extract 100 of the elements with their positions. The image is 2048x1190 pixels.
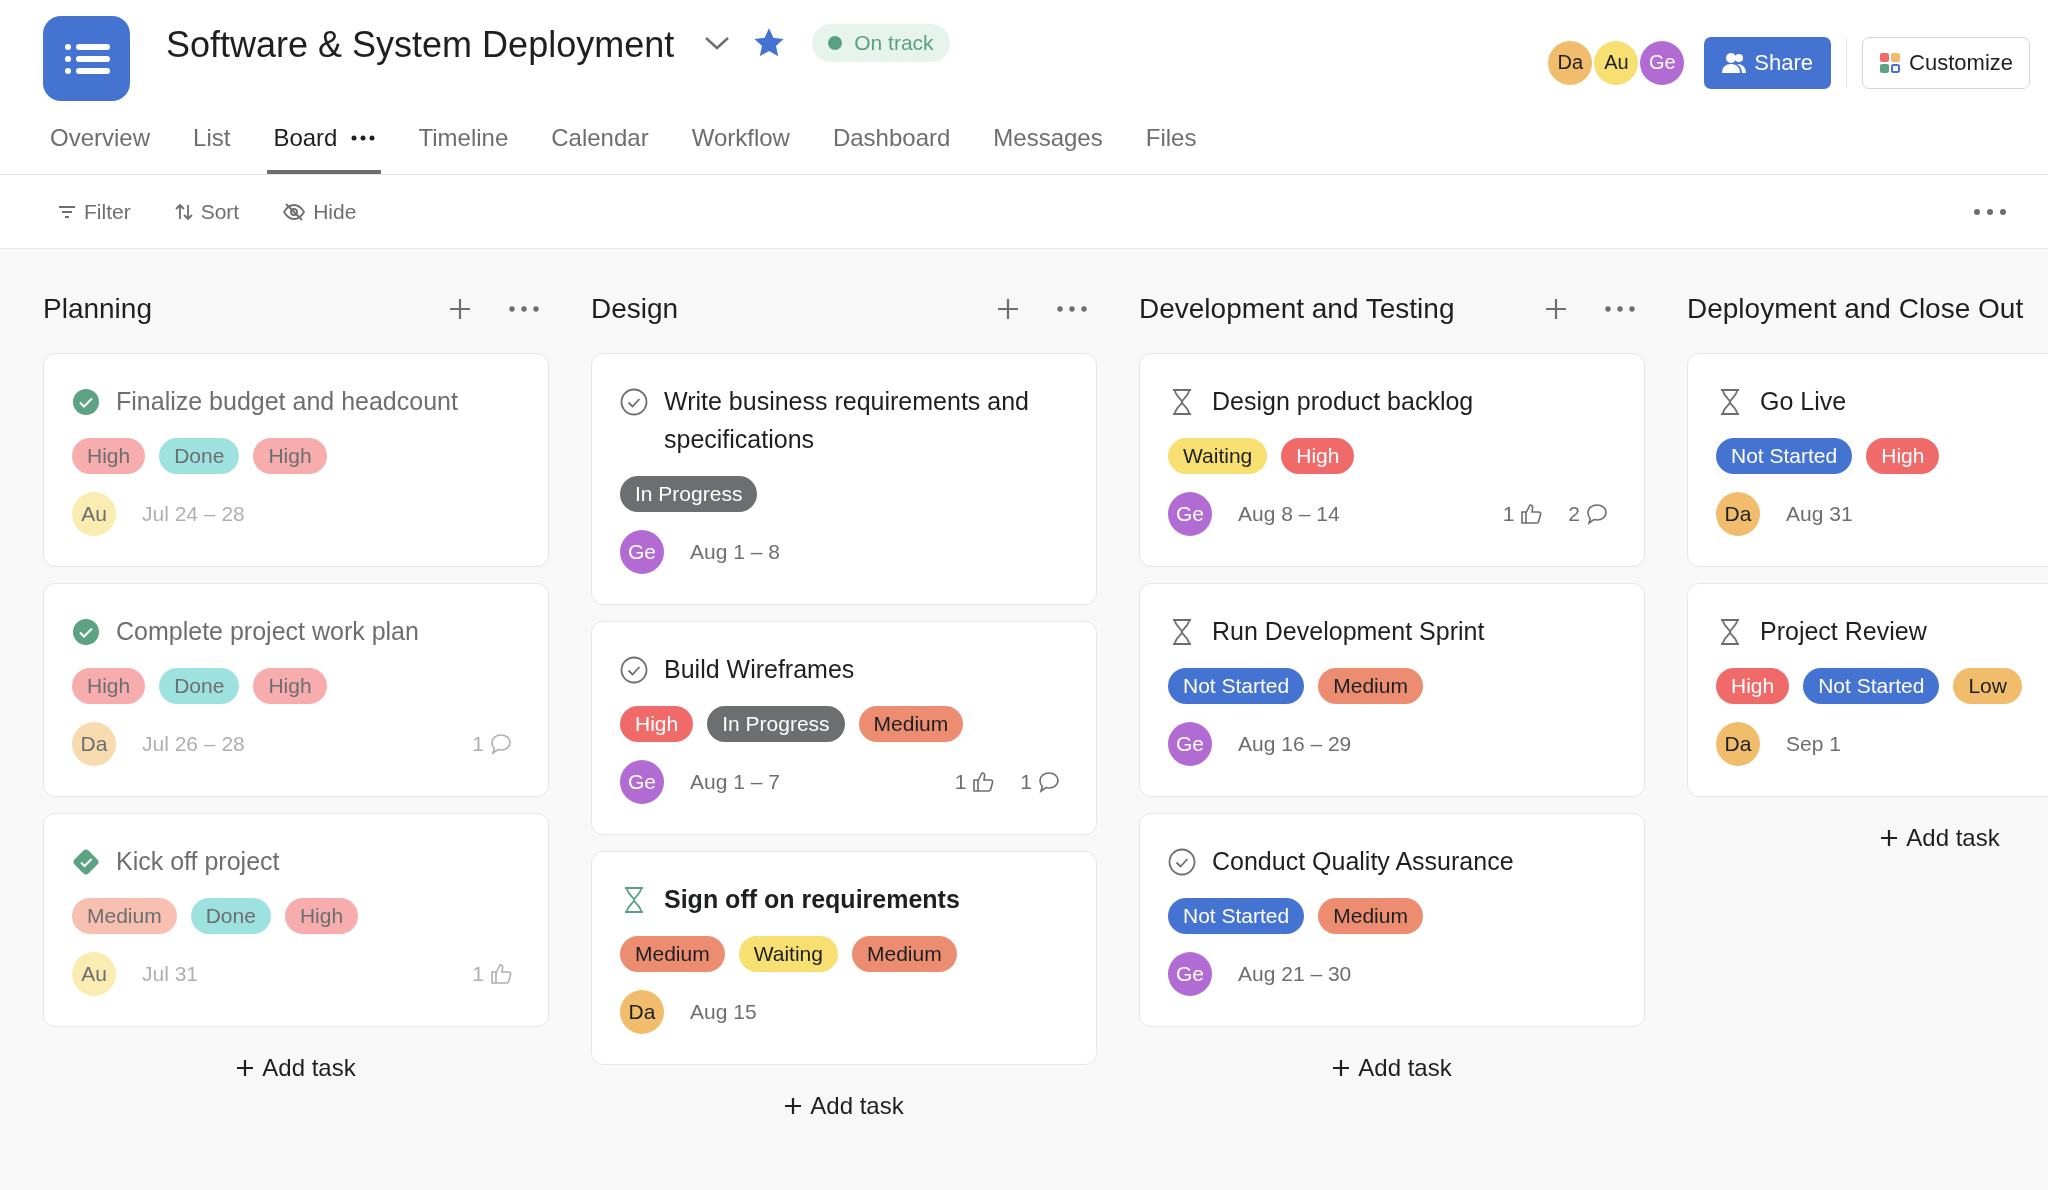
member-avatar[interactable]: Ge <box>1640 40 1685 85</box>
task-card[interactable]: Finalize budget and headcount High Done High Au Jul 24 – 28 <box>43 353 549 567</box>
check-circle-icon[interactable] <box>72 618 100 646</box>
tag: Done <box>190 898 271 934</box>
assignee-avatar[interactable]: Ge <box>1168 492 1212 536</box>
tag: Medium <box>620 936 725 972</box>
status-badge[interactable]: On track <box>812 23 950 62</box>
task-card[interactable]: Complete project work plan High Done High Da Jul 26 – 28 1 <box>43 583 549 797</box>
tag: Low <box>1953 668 2022 704</box>
like-count: 1 <box>472 962 484 986</box>
add-icon[interactable] <box>997 298 1019 320</box>
add-task-button[interactable]: Add task <box>778 1091 910 1121</box>
task-title: Write business requirements and specifications <box>664 386 1030 455</box>
more-icon[interactable] <box>351 134 376 141</box>
star-icon[interactable] <box>754 27 785 58</box>
tag: High <box>620 706 694 742</box>
toolbar-button[interactable]: Hide <box>283 199 357 224</box>
column-title: Development and Testing <box>1139 293 1456 325</box>
view-tab[interactable]: Messages <box>993 123 1103 152</box>
tag: High <box>72 668 146 704</box>
due-date: Jul 24 – 28 <box>142 502 245 526</box>
thumbs-up-icon[interactable] <box>490 963 512 985</box>
assignee-avatar[interactable]: Ge <box>1168 952 1212 996</box>
task-card[interactable]: Kick off project Medium Done High Au Jul 31 1 <box>43 813 549 1027</box>
view-tab[interactable]: Files <box>1145 123 1197 152</box>
like-count: 1 <box>1502 502 1515 526</box>
check-circle-icon[interactable] <box>72 388 100 416</box>
task-card[interactable]: Conduct Quality Assurance Not Started Medium Ge Aug 21 – 30 <box>1139 813 1645 1027</box>
add-task-button[interactable]: Add task <box>230 1053 362 1083</box>
check-circle-icon[interactable] <box>620 656 648 684</box>
share-button[interactable]: Share <box>1704 36 1832 89</box>
view-tab[interactable]: Calendar <box>551 123 649 152</box>
tag: Medium <box>1318 668 1423 704</box>
add-icon[interactable] <box>449 298 471 320</box>
add-task-button[interactable]: Add task <box>1874 823 2006 853</box>
assignee-avatar[interactable]: Ge <box>1168 722 1212 766</box>
task-card[interactable]: Sign off on requirements Medium Waiting Medium Da Aug 15 <box>591 851 1097 1065</box>
comment-icon[interactable] <box>1038 771 1060 793</box>
task-title: Project Review <box>1760 616 1927 647</box>
tag: High <box>253 668 327 704</box>
tag: Done <box>159 438 240 474</box>
assignee-avatar[interactable]: Ge <box>620 530 664 574</box>
filter-icon <box>58 204 76 219</box>
tag: High <box>284 898 359 934</box>
toolbar-button[interactable]: Filter <box>58 199 131 224</box>
task-card[interactable]: Go Live Not Started High Da Aug 31 <box>1687 353 2048 567</box>
thumbs-up-icon[interactable] <box>972 771 995 793</box>
assignee-avatar[interactable]: Au <box>72 492 116 536</box>
view-tab[interactable]: Timeline <box>418 123 509 152</box>
view-tab[interactable]: List <box>193 123 231 152</box>
tag: Done <box>159 668 240 704</box>
assignee-avatar[interactable]: Da <box>620 990 664 1034</box>
view-tab[interactable]: Overview <box>50 123 151 152</box>
plus-icon <box>784 1097 803 1115</box>
assignee-avatar[interactable]: Ge <box>620 760 664 804</box>
task-card[interactable]: Run Development Sprint Not Started Medium Ge Aug 16 – 29 <box>1139 583 1645 797</box>
tag: Not Started <box>1168 898 1305 934</box>
tag: High <box>1281 438 1355 474</box>
add-icon[interactable] <box>1545 298 1567 320</box>
task-title: Finalize budget and headcount <box>116 386 458 417</box>
view-tab[interactable]: Workflow <box>691 123 790 152</box>
toolbar-button[interactable]: Sort <box>174 199 240 224</box>
view-tab[interactable]: Dashboard <box>832 123 951 152</box>
task-title: Complete project work plan <box>116 616 419 647</box>
plus-icon <box>236 1059 255 1077</box>
status-label: On track <box>854 30 934 55</box>
tag: In Progress <box>620 476 758 512</box>
tag: Medium <box>858 706 964 742</box>
tag: High <box>1866 438 1940 474</box>
check-circle-icon[interactable] <box>1168 848 1196 876</box>
comment-count: 1 <box>1020 770 1032 794</box>
plus-icon <box>1880 829 1899 847</box>
due-date: Aug 1 – 7 <box>690 770 780 794</box>
tiles-icon <box>1879 51 1902 74</box>
comment-icon[interactable] <box>1586 503 1608 525</box>
tag: Medium <box>72 898 177 934</box>
due-date: Sep 1 <box>1786 732 1841 756</box>
tag: Waiting <box>738 936 838 972</box>
task-card[interactable]: Build Wireframes High In Progress Medium Ge Aug 1 – 7 1 1 <box>591 621 1097 835</box>
add-task-button[interactable]: Add task <box>1326 1053 1458 1083</box>
view-tab[interactable]: Board <box>273 123 338 152</box>
check-circle-icon[interactable] <box>620 388 648 416</box>
tag: Not Started <box>1803 668 1940 704</box>
chevron-down-icon[interactable] <box>704 34 731 51</box>
eye-slash-icon <box>283 202 306 221</box>
assignee-avatar[interactable]: Da <box>72 722 116 766</box>
task-card[interactable]: Project Review High Not Started Low Da Sep 1 <box>1687 583 2048 797</box>
sort-icon <box>174 202 193 221</box>
member-avatar[interactable]: Au <box>1594 40 1639 85</box>
task-card[interactable]: Design product backlog Waiting High Ge Aug 8 – 14 1 2 <box>1139 353 1645 567</box>
task-card[interactable]: Write business requirements and specifications In Progress Ge Aug 1 – 8 <box>591 353 1097 605</box>
thumbs-up-icon[interactable] <box>1520 503 1543 525</box>
due-date: Aug 31 <box>1786 502 1853 526</box>
assignee-avatar[interactable]: Da <box>1716 722 1760 766</box>
member-avatar[interactable]: Da <box>1548 40 1593 85</box>
assignee-avatar[interactable]: Da <box>1716 492 1760 536</box>
task-title: Build Wireframes <box>664 654 855 685</box>
tag: High <box>72 438 146 474</box>
customize-button[interactable]: Customize <box>1862 36 2030 89</box>
assignee-avatar[interactable]: Au <box>72 952 116 996</box>
